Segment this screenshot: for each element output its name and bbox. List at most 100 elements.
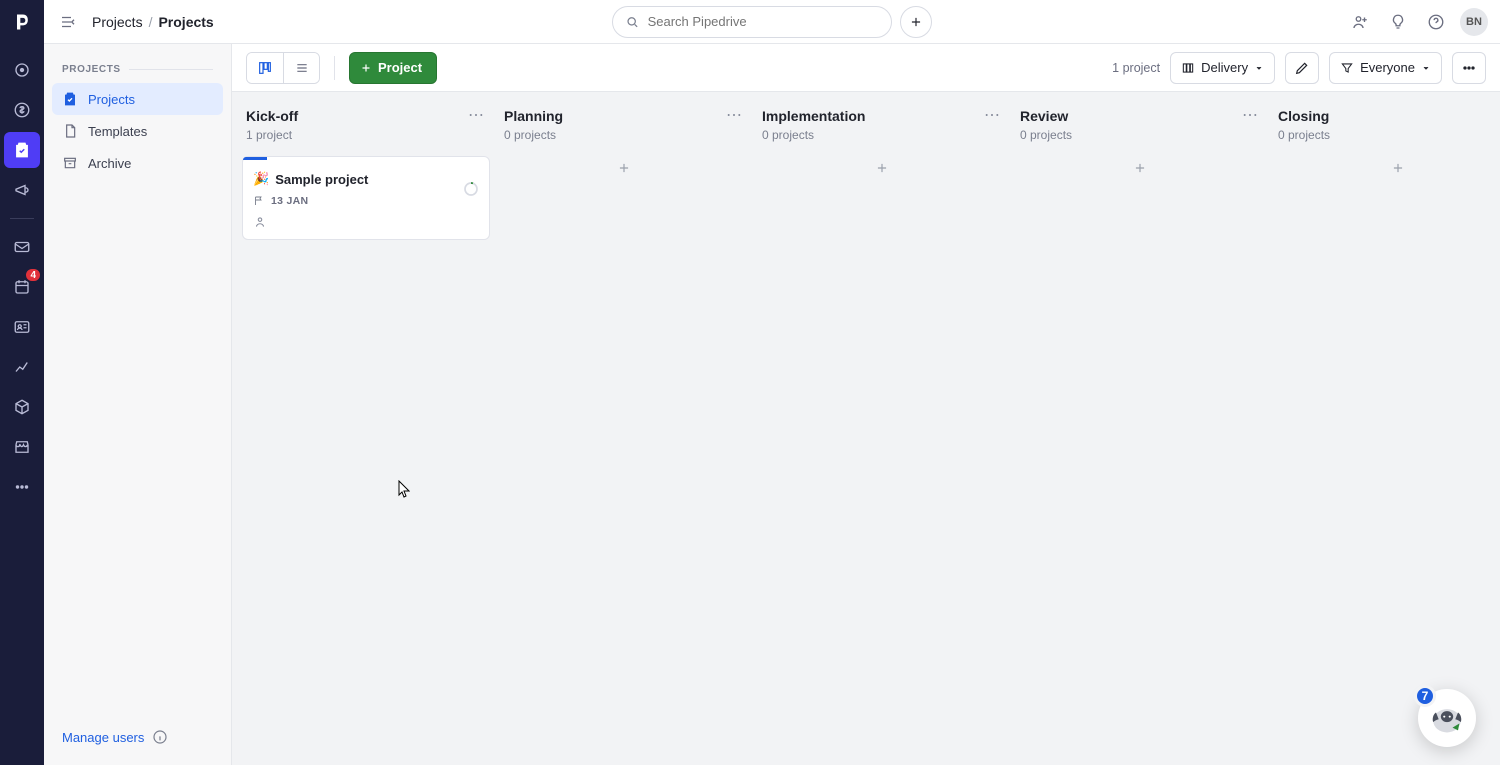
- list-view-button[interactable]: [283, 53, 319, 83]
- dots-icon: [1461, 60, 1477, 76]
- nav-insights-icon[interactable]: [4, 349, 40, 385]
- project-count-text: 1 project: [1112, 61, 1160, 75]
- column-subtitle: 0 projects: [1274, 128, 1500, 150]
- column-subtitle: 0 projects: [500, 128, 748, 150]
- plus-icon: [1391, 161, 1405, 175]
- nav-deals-icon[interactable]: [4, 92, 40, 128]
- board-column-planning: Planning ⋯ 0 projects: [500, 98, 748, 755]
- view-toggle: [246, 52, 320, 84]
- breadcrumb-root[interactable]: Projects: [92, 14, 143, 30]
- add-card-button[interactable]: [500, 154, 748, 182]
- columns-icon: [1181, 61, 1195, 75]
- search-input[interactable]: [648, 14, 879, 29]
- search-box[interactable]: [612, 6, 892, 38]
- column-title: Implementation: [762, 108, 865, 124]
- toolbar: Project 1 project Delivery Everyone: [232, 44, 1500, 92]
- people-filter-button[interactable]: Everyone: [1329, 52, 1442, 84]
- sidebar-section-title: PROJECTS: [52, 64, 223, 83]
- nav-contacts-icon[interactable]: [4, 309, 40, 345]
- tips-icon[interactable]: [1384, 8, 1412, 36]
- app-logo[interactable]: [0, 0, 44, 44]
- column-title: Kick-off: [246, 108, 298, 124]
- column-title: Planning: [504, 108, 563, 124]
- quick-add-button[interactable]: [900, 6, 932, 38]
- breadcrumb-separator: /: [149, 14, 153, 30]
- board-column-implementation: Implementation ⋯ 0 projects: [758, 98, 1006, 755]
- new-project-button[interactable]: Project: [349, 52, 437, 84]
- plus-icon: [617, 161, 631, 175]
- plus-icon: [1133, 161, 1147, 175]
- card-progress-indicator: [243, 157, 267, 160]
- plus-icon: [360, 62, 372, 74]
- sidebar-item-projects[interactable]: Projects: [52, 83, 223, 115]
- breadcrumb: Projects / Projects: [92, 14, 214, 30]
- add-card-button[interactable]: [758, 154, 1006, 182]
- funnel-icon: [1340, 61, 1354, 75]
- nav-more-icon[interactable]: [4, 469, 40, 505]
- board-column-review: Review ⋯ 0 projects: [1016, 98, 1264, 755]
- nav-campaigns-icon[interactable]: [4, 172, 40, 208]
- column-subtitle: 1 project: [242, 128, 490, 150]
- sidebar-item-templates[interactable]: Templates: [52, 115, 223, 147]
- column-subtitle: 0 projects: [758, 128, 1006, 150]
- nav-leads-icon[interactable]: [4, 52, 40, 88]
- caret-down-icon: [1254, 63, 1264, 73]
- kanban-icon: [257, 60, 273, 76]
- people-filter-label: Everyone: [1360, 60, 1415, 75]
- nav-rail: 4: [0, 0, 44, 765]
- nav-projects-icon[interactable]: [4, 132, 40, 168]
- column-title: Review: [1020, 108, 1068, 124]
- list-icon: [294, 60, 310, 76]
- column-menu-button[interactable]: ⋯: [466, 106, 486, 126]
- board-filter-label: Delivery: [1201, 60, 1248, 75]
- column-menu-button[interactable]: ⋯: [982, 106, 1002, 126]
- toolbar-more-button[interactable]: [1452, 52, 1486, 84]
- caret-down-icon: [1421, 63, 1431, 73]
- column-menu-button[interactable]: ⋯: [1240, 106, 1260, 126]
- user-icon: [253, 215, 267, 229]
- archive-icon: [62, 155, 78, 171]
- column-menu-button[interactable]: ⋯: [724, 106, 744, 126]
- board-column-closing: Closing ⋯ 0 projects: [1274, 98, 1500, 755]
- new-project-label: Project: [378, 60, 422, 75]
- plus-icon: [909, 15, 923, 29]
- card-title: Sample project: [275, 172, 368, 187]
- main-content: Project 1 project Delivery Everyone: [232, 44, 1500, 765]
- column-title: Closing: [1278, 108, 1329, 124]
- toolbar-divider: [334, 56, 335, 80]
- nav-mail-icon[interactable]: [4, 229, 40, 265]
- help-assistant-badge: 7: [1414, 685, 1436, 707]
- board-filter-button[interactable]: Delivery: [1170, 52, 1275, 84]
- user-avatar[interactable]: BN: [1460, 8, 1488, 36]
- sidebar-collapse-button[interactable]: [56, 10, 80, 34]
- flag-icon: [253, 195, 265, 207]
- plus-icon: [875, 161, 889, 175]
- nav-divider: [10, 218, 34, 219]
- nav-activities-icon[interactable]: 4: [4, 269, 40, 305]
- card-due-date: 13 JAN: [271, 195, 308, 207]
- add-card-button[interactable]: [1274, 154, 1500, 182]
- help-icon[interactable]: [1422, 8, 1450, 36]
- manage-users-link[interactable]: Manage users: [62, 730, 144, 745]
- party-popper-icon: 🎉: [253, 171, 269, 187]
- nav-products-icon[interactable]: [4, 389, 40, 425]
- info-icon[interactable]: [152, 729, 168, 745]
- sidebar-item-label: Archive: [88, 156, 131, 171]
- edit-board-button[interactable]: [1285, 52, 1319, 84]
- sidebar-item-label: Projects: [88, 92, 135, 107]
- kanban-board: Kick-off ⋯ 1 project 🎉 Sample project 13…: [232, 92, 1500, 765]
- board-column-kickoff: Kick-off ⋯ 1 project 🎉 Sample project 13…: [242, 98, 490, 755]
- column-subtitle: 0 projects: [1016, 128, 1264, 150]
- kanban-view-button[interactable]: [247, 53, 283, 83]
- top-header: Projects / Projects BN: [44, 0, 1500, 44]
- sidebar-item-archive[interactable]: Archive: [52, 147, 223, 179]
- nav-activities-badge: 4: [24, 267, 42, 283]
- add-card-button[interactable]: [1016, 154, 1264, 182]
- secondary-sidebar: PROJECTS Projects Templates Archive Mana…: [44, 44, 232, 765]
- invite-users-icon[interactable]: [1346, 8, 1374, 36]
- nav-marketplace-icon[interactable]: [4, 429, 40, 465]
- project-card[interactable]: 🎉 Sample project 13 JAN: [242, 156, 490, 240]
- card-progress-ring: [463, 181, 479, 197]
- help-assistant-button[interactable]: 7: [1418, 689, 1476, 747]
- pencil-icon: [1294, 60, 1310, 76]
